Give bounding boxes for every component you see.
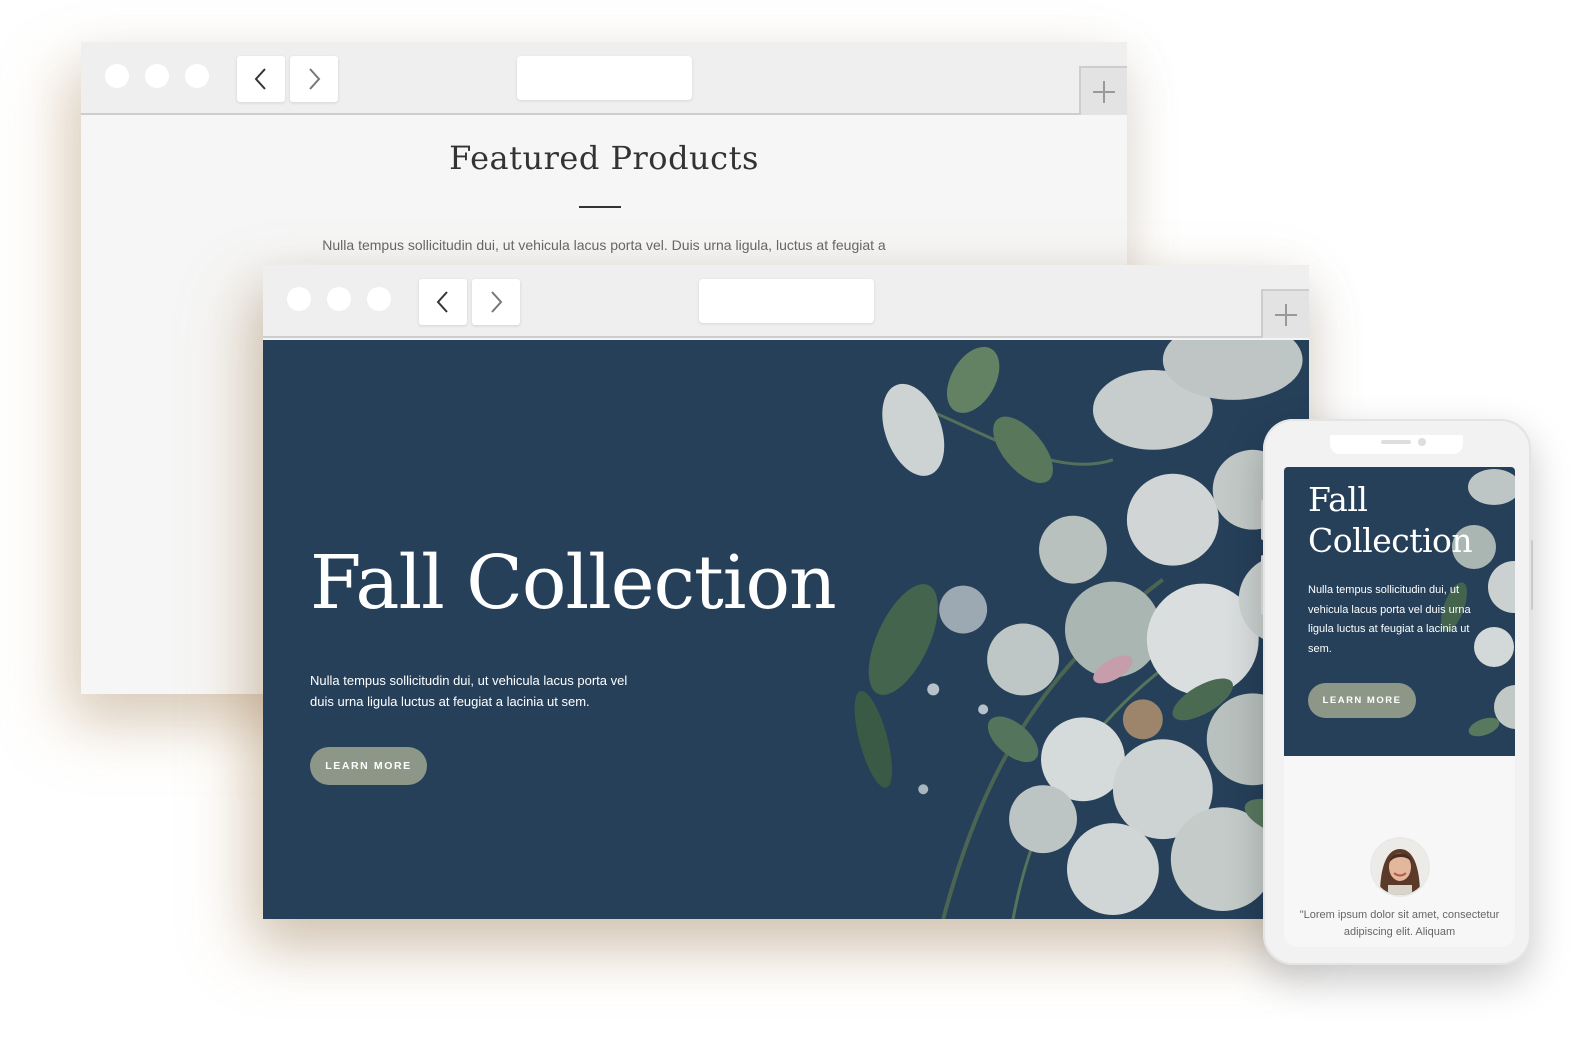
hero-section: Fall Collection Nulla tempus sollicitudi…	[263, 340, 1309, 919]
browser-toolbar	[263, 265, 1309, 338]
forward-button[interactable]	[472, 279, 520, 325]
hero-text: Nulla tempus sollicitudin dui, ut vehicu…	[310, 673, 628, 709]
browser-toolbar	[81, 42, 1127, 115]
back-button[interactable]	[237, 56, 285, 102]
flower-bouquet-image	[854, 340, 1309, 919]
phone-screen: Fall Collection Nulla tempus sollicitudi…	[1284, 467, 1515, 947]
forward-button[interactable]	[290, 56, 338, 102]
plus-icon	[1093, 80, 1115, 103]
chevron-left-icon	[436, 291, 448, 313]
section-body-text: Nulla tempus sollicitudin dui, ut vehicu…	[322, 237, 886, 253]
back-button[interactable]	[419, 279, 467, 325]
chevron-right-icon	[309, 68, 321, 90]
window-close-dot[interactable]	[287, 287, 311, 311]
section-heading: Featured Products	[449, 139, 759, 177]
mobile-hero-section: Fall Collection Nulla tempus sollicitudi…	[1284, 467, 1515, 756]
phone-notch	[1330, 435, 1463, 454]
mobile-hero-title: Fall Collection	[1308, 480, 1473, 560]
mobile-hero-text: Nulla tempus sollicitudin dui, ut vehicu…	[1308, 584, 1471, 655]
testimonial-quote: "Lorem ipsum dolor sit amet, consectetur…	[1299, 909, 1500, 938]
mobile-phone-mockup: Fall Collection Nulla tempus sollicitudi…	[1263, 419, 1531, 965]
new-tab-button[interactable]	[1261, 289, 1309, 338]
testimonial-avatar	[1372, 839, 1428, 895]
hero-title: Fall Collection	[310, 540, 837, 626]
heading-divider	[579, 206, 621, 208]
camera-icon	[1418, 438, 1426, 446]
person-photo	[1372, 839, 1428, 895]
speaker	[1381, 440, 1411, 444]
address-bar[interactable]	[517, 56, 692, 100]
window-maximize-dot[interactable]	[367, 287, 391, 311]
mobile-learn-more-button[interactable]: LEARN MORE	[1308, 683, 1416, 718]
window-minimize-dot[interactable]	[327, 287, 351, 311]
window-maximize-dot[interactable]	[185, 64, 209, 88]
new-tab-button[interactable]	[1079, 66, 1127, 115]
browser-window-front: Fall Collection Nulla tempus sollicitudi…	[263, 265, 1309, 919]
chevron-left-icon	[254, 68, 266, 90]
window-minimize-dot[interactable]	[145, 64, 169, 88]
chevron-right-icon	[491, 291, 503, 313]
address-bar[interactable]	[699, 279, 874, 323]
learn-more-button[interactable]: LEARN MORE	[310, 747, 427, 785]
plus-icon	[1275, 303, 1297, 326]
window-close-dot[interactable]	[105, 64, 129, 88]
